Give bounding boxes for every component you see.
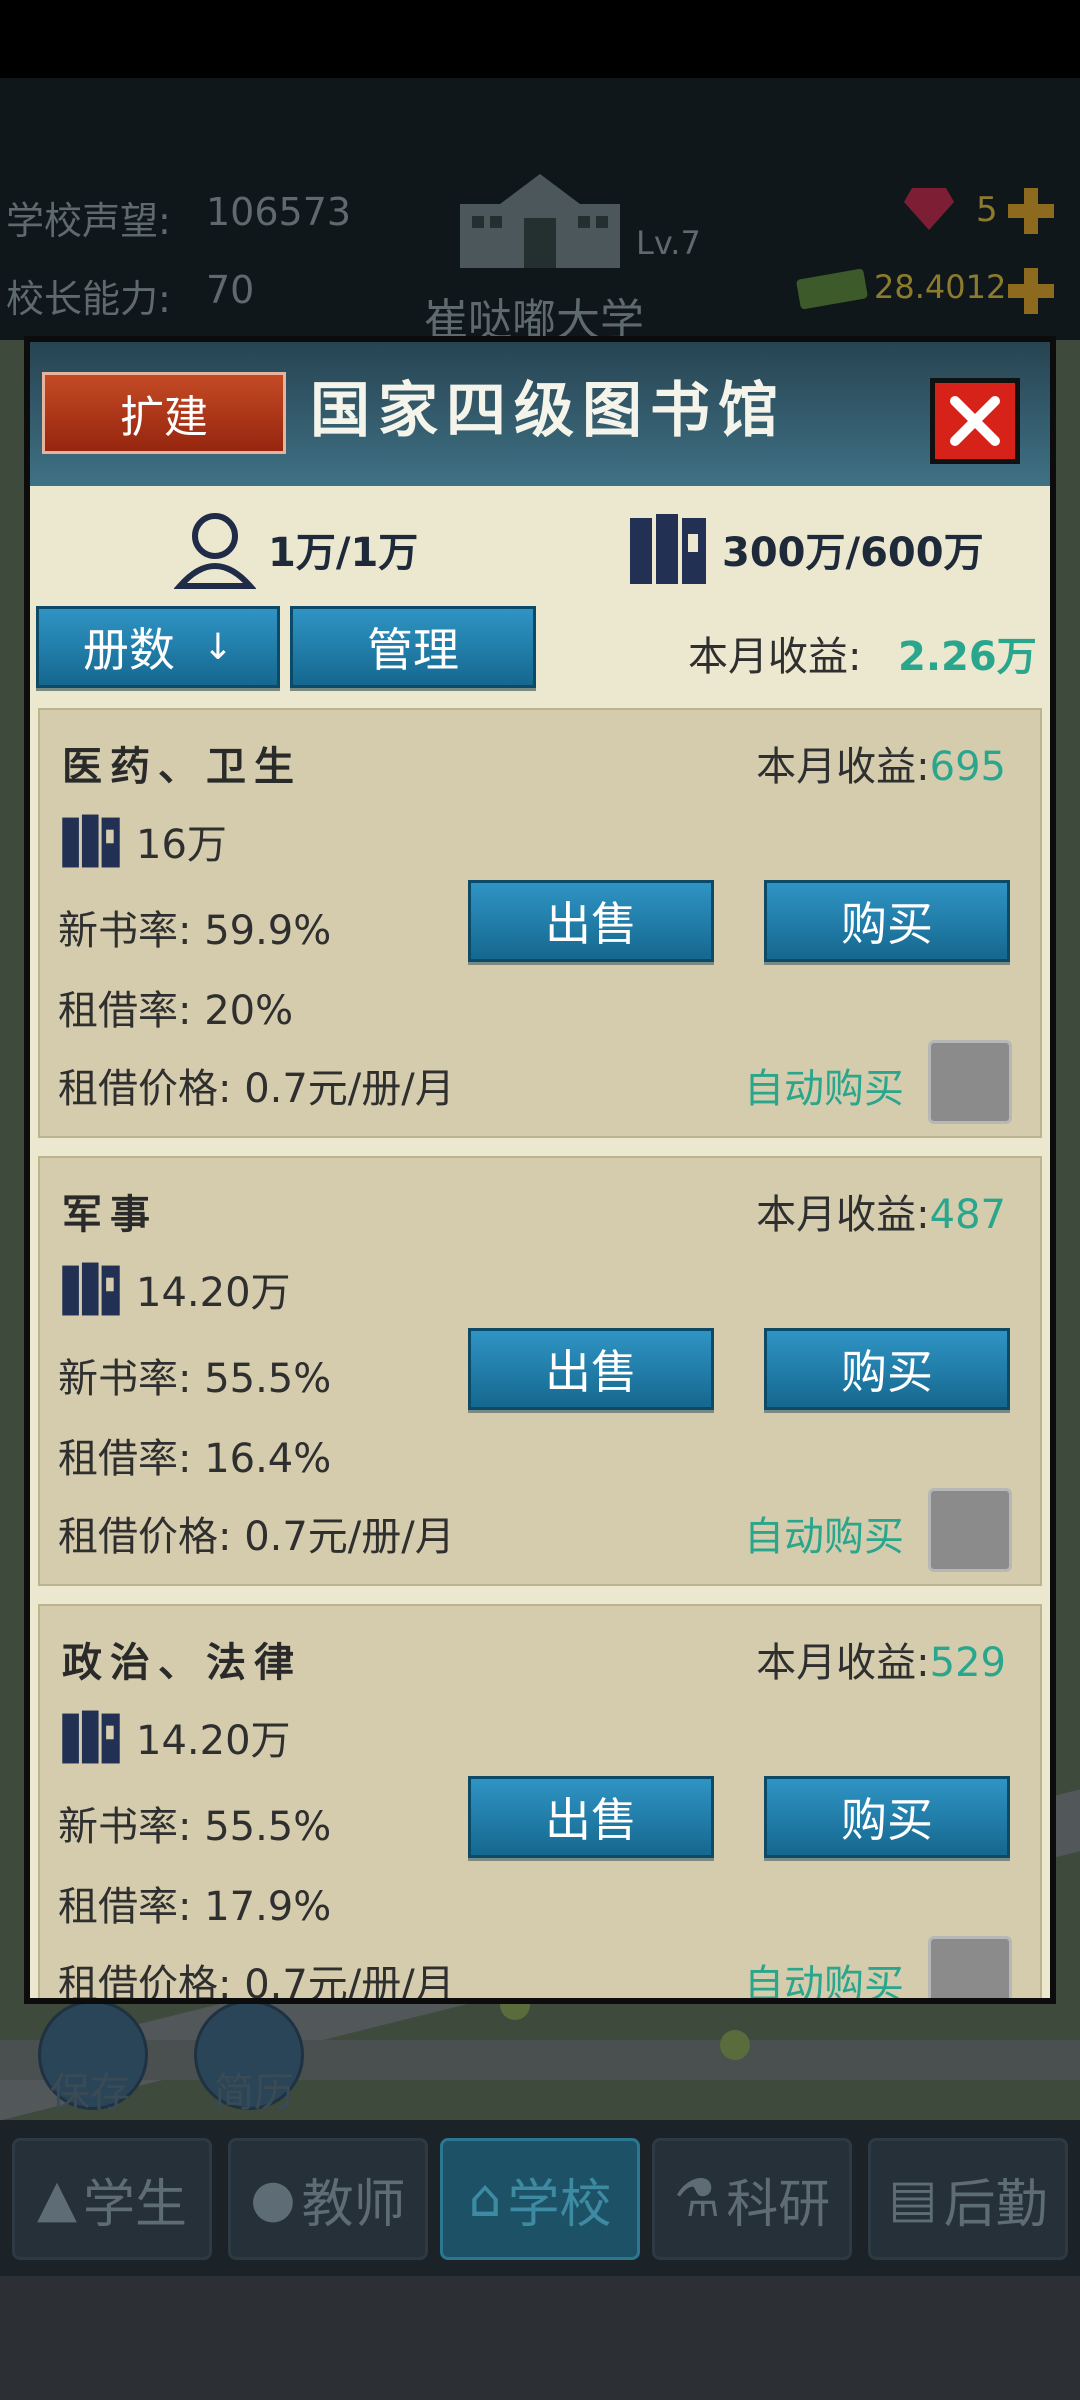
clipboard-icon: ▤: [888, 2169, 938, 2229]
student-capacity-value: 1万/1万: [268, 530, 419, 576]
nav-teachers[interactable]: ● 教师: [228, 2138, 428, 2260]
nav-teachers-label: 教师: [301, 2174, 406, 2235]
auto-buy-checkbox[interactable]: [928, 1936, 1012, 1998]
buy-button[interactable]: 购买: [764, 1776, 1010, 1858]
money-amount: 28.4012: [874, 268, 1007, 306]
school-hud: 学校声望: 106573 校长能力: 70 Lv.7 崔哒嘟大学 5 28.40…: [0, 78, 1080, 346]
modal-header: 扩建 国家四级图书馆: [30, 342, 1050, 486]
gem-count: 5: [976, 190, 998, 230]
category-income-value: 695: [929, 744, 1006, 790]
auto-buy-label: 自动购买: [744, 1066, 904, 1112]
sort-by-count-button[interactable]: 册数 ↓: [36, 606, 280, 688]
rental-price: 租借价格: 0.7元/册/月: [58, 1962, 455, 2004]
nav-students-label: 学生: [82, 2174, 187, 2235]
category-book-count-value: 16万: [136, 822, 227, 868]
ability-value: 70: [206, 268, 255, 312]
books-icon: [62, 1262, 120, 1316]
total-income-label: 本月收益:: [688, 634, 862, 680]
category-book-count: 14.20万: [58, 1258, 291, 1320]
money-icon: [796, 268, 868, 310]
auto-buy-checkbox[interactable]: [928, 1488, 1012, 1572]
person-icon: [174, 513, 256, 589]
category-book-count: 14.20万: [58, 1706, 291, 1768]
category-income-value: 529: [929, 1640, 1006, 1686]
auto-buy-label: 自动购买: [744, 1514, 904, 1560]
rental-price: 租借价格: 0.7元/册/月: [58, 1514, 455, 1560]
nav-research-label: 科研: [726, 2174, 831, 2235]
total-income-value: 2.26万: [898, 634, 1037, 680]
reputation-label: 学校声望:: [6, 199, 171, 243]
expand-button[interactable]: 扩建: [42, 372, 286, 454]
book-capacity-value: 300万/600万: [722, 530, 984, 576]
status-bar: [0, 0, 1080, 78]
rental-rate: 租借率: 20%: [58, 988, 294, 1034]
category-income-value: 487: [929, 1192, 1006, 1238]
auto-buy-checkbox[interactable]: [928, 1040, 1012, 1124]
category-name: 政治、法律: [62, 1640, 302, 1686]
add-gem-icon[interactable]: [1006, 186, 1056, 236]
reputation-value: 106573: [206, 190, 352, 234]
nav-research[interactable]: ⚗ 科研: [652, 2138, 852, 2260]
nav-students[interactable]: ▲ 学生: [12, 2138, 212, 2260]
category-name: 医药、卫生: [62, 744, 302, 790]
books-icon: [62, 1710, 120, 1764]
ability-label: 校长能力:: [6, 277, 171, 321]
close-icon: [950, 396, 1000, 446]
rental-price: 租借价格: 0.7元/册/月: [58, 1066, 455, 1112]
system-area: [0, 2276, 1080, 2400]
teacher-icon: ●: [250, 2169, 296, 2229]
books-icon: [630, 514, 706, 584]
library-modal: 扩建 国家四级图书馆 1万/1万 300万/600万 册数 ↓ 管理 本月收益:: [24, 336, 1056, 2004]
category-book-count-value: 14.20万: [136, 1270, 291, 1316]
buy-button[interactable]: 购买: [764, 880, 1010, 962]
school-level: Lv.7: [636, 224, 701, 262]
nav-logistics[interactable]: ▤ 后勤: [868, 2138, 1068, 2260]
category-income-label: 本月收益:: [756, 744, 930, 790]
manage-button[interactable]: 管理: [290, 606, 536, 688]
category-card: 军事 本月收益:487 14.20万 新书率: 55.5% 租借率: 16.4%…: [38, 1156, 1042, 1586]
new-book-rate: 新书率: 55.5%: [58, 1804, 332, 1850]
books-icon: [62, 814, 120, 868]
rental-rate: 租借率: 16.4%: [58, 1436, 332, 1482]
add-money-icon[interactable]: [1006, 266, 1056, 316]
category-income-label: 本月收益:: [756, 1192, 930, 1238]
sort-arrow-icon: ↓: [202, 626, 234, 668]
nav-school-label: 学校: [507, 2174, 612, 2235]
category-income: 本月收益:487: [756, 1182, 1006, 1240]
new-book-rate: 新书率: 55.5%: [58, 1356, 332, 1402]
buy-button[interactable]: 购买: [764, 1328, 1010, 1410]
school-building-icon[interactable]: [452, 170, 628, 270]
category-book-count: 16万: [58, 810, 227, 872]
category-name: 军事: [62, 1192, 158, 1238]
sell-button[interactable]: 出售: [468, 1328, 714, 1410]
school-icon: ⌂: [468, 2169, 502, 2229]
nav-logistics-label: 后勤: [943, 2174, 1048, 2235]
new-book-rate: 新书率: 59.9%: [58, 908, 332, 954]
resume-label: 简历: [214, 2070, 294, 2116]
category-book-count-value: 14.20万: [136, 1718, 291, 1764]
save-label: 保存: [50, 2070, 130, 2116]
category-card: 医药、卫生 本月收益:695 16万 新书率: 59.9% 租借率: 20% 租…: [38, 708, 1042, 1138]
student-icon: ▲: [36, 2169, 77, 2229]
flask-icon: ⚗: [673, 2169, 721, 2229]
sort-label: 册数: [82, 623, 175, 677]
rental-rate: 租借率: 17.9%: [58, 1884, 332, 1930]
nav-school[interactable]: ⌂ 学校: [440, 2138, 640, 2260]
sell-button[interactable]: 出售: [468, 880, 714, 962]
category-income: 本月收益:695: [756, 734, 1006, 792]
gem-icon: [904, 188, 954, 230]
modal-title: 国家四级图书馆: [310, 376, 786, 446]
close-button[interactable]: [930, 378, 1020, 464]
bottom-nav: ▲ 学生 ● 教师 ⌂ 学校 ⚗ 科研 ▤ 后勤: [0, 2120, 1080, 2276]
sell-button[interactable]: 出售: [468, 1776, 714, 1858]
category-income-label: 本月收益:: [756, 1640, 930, 1686]
auto-buy-label: 自动购买: [744, 1962, 904, 2004]
book-capacity: 300万/600万: [626, 508, 984, 590]
category-card: 政治、法律 本月收益:529 14.20万 新书率: 55.5% 租借率: 17…: [38, 1604, 1042, 2004]
student-capacity: 1万/1万: [174, 508, 418, 590]
category-income: 本月收益:529: [756, 1630, 1006, 1688]
